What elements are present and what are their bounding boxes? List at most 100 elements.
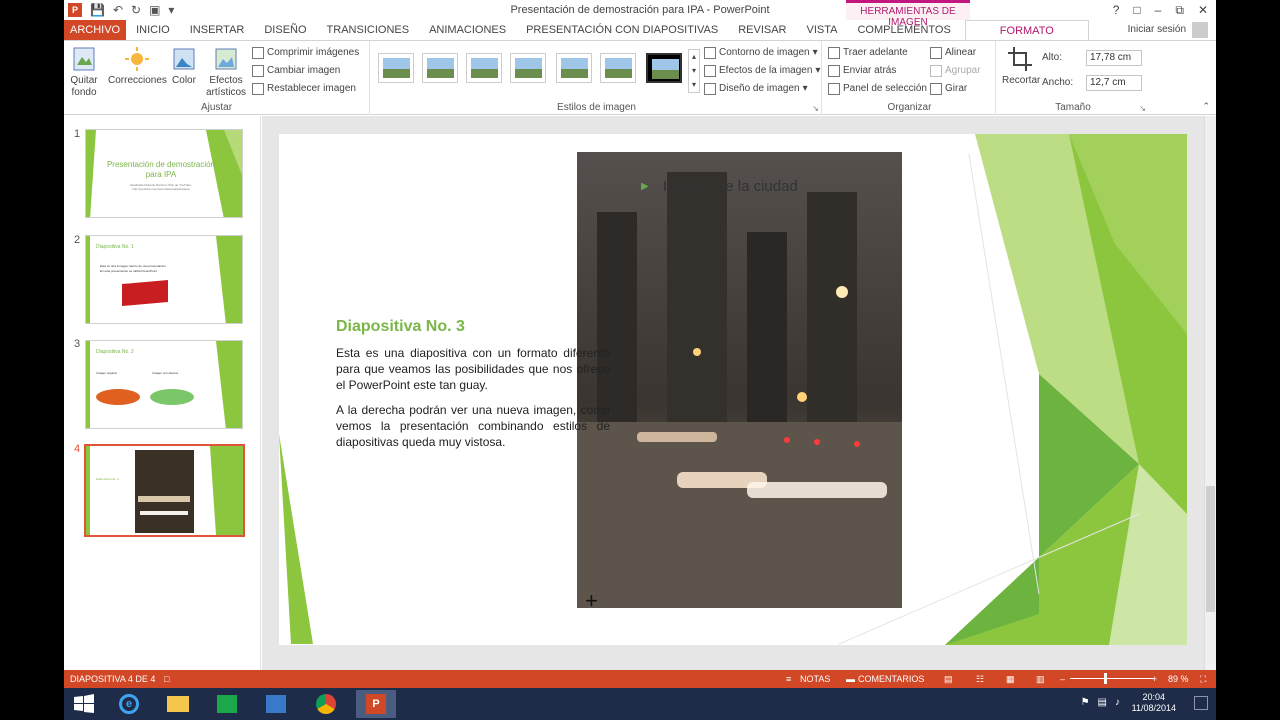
zoom-slider-thumb[interactable]	[1104, 673, 1107, 684]
file-explorer-icon[interactable]	[158, 690, 198, 718]
thumbnail-slide-1[interactable]: Presentación de demostración para IPA Re…	[85, 129, 243, 218]
volume-icon[interactable]: ♪	[1115, 697, 1120, 708]
group-tamano-label: Tamaño	[1055, 102, 1091, 113]
slide-title: Diapositiva No. 3	[336, 318, 465, 335]
internet-explorer-icon[interactable]: e	[109, 690, 149, 718]
tab-diseno[interactable]: DISEÑO	[254, 20, 316, 40]
cambiar-imagen-button[interactable]: Cambiar imagen	[252, 63, 340, 79]
right-black-border	[1216, 0, 1280, 720]
correcciones-button[interactable]: Correcciones	[108, 45, 167, 87]
ancho-input[interactable]: 12,7 cm	[1086, 75, 1142, 91]
thumbnail-slide-3[interactable]: Diapositiva No. 2 Imagen original Imagen…	[85, 340, 243, 429]
window-title: Presentación de demostración para IPA - …	[510, 4, 770, 16]
alto-input[interactable]: 17,78 cm	[1086, 50, 1142, 66]
clock-time: 20:04	[1142, 692, 1166, 702]
thumbnail-slide-2[interactable]: Diapositiva No. 1 Esta es otra inmagen d…	[85, 235, 243, 324]
fit-slide-icon[interactable]: ⛶	[1200, 674, 1206, 685]
show-desktop-button[interactable]	[1194, 696, 1208, 710]
comments-icon[interactable]: ▬	[846, 674, 855, 684]
dialog-launcher-icon[interactable]: ↘	[1139, 104, 1146, 113]
notas-button[interactable]: NOTAS	[800, 674, 830, 684]
contorno-imagen-button[interactable]: Contorno de imagen ▾	[704, 45, 818, 61]
picture-style-1[interactable]	[378, 53, 414, 83]
notes-icon[interactable]: ≡	[786, 674, 791, 684]
dialog-launcher-icon[interactable]: ↘	[812, 104, 819, 113]
minimize-icon[interactable]: –	[1155, 3, 1162, 17]
clock[interactable]: 20:04 11/08/2014	[1132, 692, 1176, 714]
picture-style-7[interactable]	[646, 53, 682, 83]
enviar-atras-button[interactable]: Enviar atrás	[828, 63, 896, 79]
diseno-imagen-button[interactable]: Diseño de imagen ▾	[704, 81, 808, 97]
picture-style-5[interactable]	[556, 53, 592, 83]
chevron-down-icon: ▾	[802, 83, 808, 94]
efectos-imagen-button[interactable]: Efectos de la imagen ▾	[704, 63, 820, 79]
normal-view-icon[interactable]: ▤	[944, 674, 953, 685]
slide-editor: ▶ Imagen de la ciudad Diapositiva No. 3 …	[262, 116, 1204, 670]
sign-in[interactable]: Iniciar sesión	[1128, 20, 1208, 40]
comentarios-button[interactable]: COMENTARIOS	[858, 674, 924, 684]
store-icon[interactable]	[207, 690, 247, 718]
zoom-in-icon[interactable]: +	[1152, 674, 1157, 684]
tab-vista[interactable]: VISTA	[797, 20, 848, 40]
flag-icon[interactable]: ⚑	[1081, 697, 1090, 708]
vertical-scrollbar[interactable]	[1204, 116, 1216, 670]
tab-archivo[interactable]: ARCHIVO	[64, 20, 127, 40]
efectos-artisticos-button[interactable]: Efectos artísticos	[206, 45, 246, 99]
powerpoint-taskbar-icon[interactable]: P	[356, 690, 396, 718]
avatar[interactable]	[1192, 22, 1208, 38]
comprimir-imagenes-button[interactable]: Comprimir imágenes	[252, 45, 359, 61]
tab-revisar[interactable]: REVISAR	[728, 20, 796, 40]
tab-presentacion[interactable]: PRESENTACIÓN CON DIAPOSITIVAS	[516, 20, 728, 40]
comprimir-label: Comprimir imágenes	[267, 47, 360, 58]
zoom-slider[interactable]	[1070, 678, 1154, 679]
ancho-label: Ancho:	[1042, 77, 1074, 88]
style-preview	[383, 58, 410, 78]
girar-button[interactable]: Girar	[930, 81, 967, 97]
sun-icon	[125, 47, 149, 71]
alinear-button[interactable]: Alinear	[930, 45, 976, 61]
help-button[interactable]: ?	[1113, 3, 1120, 17]
collapse-ribbon-icon[interactable]: ⌃	[1202, 101, 1210, 112]
scrollbar-thumb[interactable]	[1206, 486, 1215, 612]
spelling-icon[interactable]: □	[164, 674, 169, 684]
tab-transiciones[interactable]: TRANSICIONES	[317, 20, 420, 40]
slideshow-icon[interactable]: ▥	[1036, 674, 1045, 685]
picture-style-4[interactable]	[510, 53, 546, 83]
tab-formato[interactable]: FORMATO	[964, 20, 1089, 40]
ribbon-display-options-icon[interactable]: □	[1133, 3, 1140, 17]
picture-style-6[interactable]	[600, 53, 636, 83]
quitar-fondo-button[interactable]: Quitar fondo	[68, 45, 100, 99]
picture-style-2[interactable]	[422, 53, 458, 83]
tab-animaciones[interactable]: ANIMACIONES	[419, 20, 516, 40]
close-icon[interactable]: ✕	[1198, 3, 1208, 17]
traer-adelante-button[interactable]: Traer adelante	[828, 45, 908, 61]
slide-counter: DIAPOSITIVA 4 DE 4	[70, 674, 156, 684]
zoom-out-icon[interactable]: –	[1060, 674, 1065, 684]
zoom-level[interactable]: 89 %	[1168, 674, 1189, 684]
sign-in-label[interactable]: Iniciar sesión	[1128, 20, 1186, 40]
picture-style-3[interactable]	[466, 53, 502, 83]
panel-seleccion-button[interactable]: Panel de selección	[828, 81, 927, 97]
powershell-icon[interactable]	[256, 690, 296, 718]
agrupar-button[interactable]: Agrupar	[930, 63, 981, 79]
city-night-image[interactable]	[577, 152, 902, 608]
alto-label: Alto:	[1042, 52, 1063, 63]
restore-icon[interactable]: ⧉	[1175, 3, 1184, 18]
thumbnail-slide-4[interactable]: Diapositiva No. 3	[84, 444, 245, 537]
correcciones-label: Correcciones	[108, 75, 167, 86]
color-button[interactable]: Color	[170, 45, 198, 87]
restablecer-imagen-button[interactable]: Restablecer imagen	[252, 81, 356, 97]
network-icon[interactable]: ▤	[1098, 697, 1107, 708]
windows-start-icon[interactable]	[64, 690, 104, 718]
current-slide[interactable]: ▶ Imagen de la ciudad Diapositiva No. 3 …	[279, 134, 1187, 645]
tab-inicio[interactable]: INICIO	[126, 20, 180, 40]
group-ajustar: Quitar fondo Correcciones Color Efectos …	[64, 41, 370, 115]
thumbnail-bullet: Esta es otra inmagen dentro de una prese…	[100, 264, 166, 268]
slide-sorter-icon[interactable]: ☷	[976, 674, 984, 685]
chrome-icon[interactable]	[306, 690, 346, 718]
recortar-button[interactable]: Recortar	[1002, 45, 1040, 87]
tab-insertar[interactable]: INSERTAR	[180, 20, 255, 40]
reading-view-icon[interactable]: ▦	[1006, 674, 1015, 685]
picture-layout-icon	[704, 83, 716, 95]
styles-gallery-scroll[interactable]: ▴ ▾ ▾	[688, 49, 700, 93]
